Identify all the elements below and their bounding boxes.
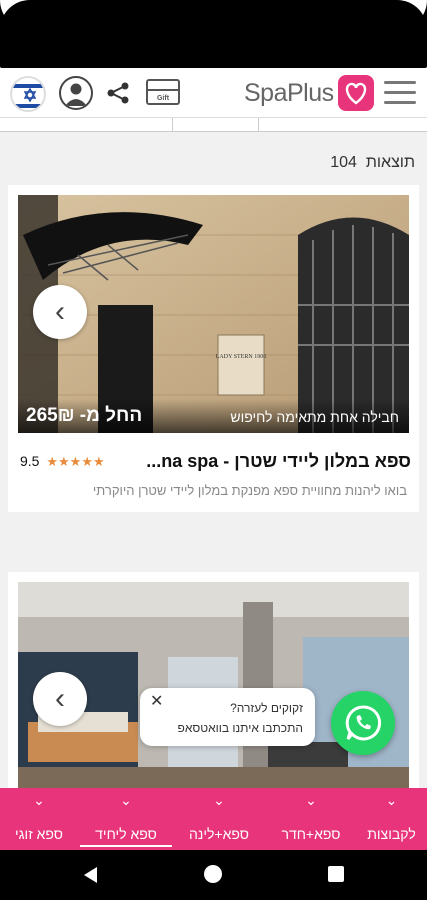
gift-card-icon[interactable]: Gift — [146, 79, 180, 105]
nav-label: ספא+לינה — [189, 826, 249, 842]
whatsapp-button[interactable] — [331, 691, 395, 755]
share-icon[interactable] — [105, 81, 131, 105]
brand-name: SpaPlus — [244, 78, 334, 107]
rating: 9.5 ★★★★★ — [20, 453, 105, 470]
nav-spa-lodging[interactable]: ⌄ ספא+לינה — [174, 788, 264, 850]
carousel-prev-button[interactable]: ‹ — [33, 285, 87, 339]
bottom-category-nav: ⌄ ספא זוגי ⌄ ספא ליחיד ⌄ ספא+לינה ⌄ ספא+… — [0, 788, 427, 850]
nav-single-spa[interactable]: ⌄ ספא ליחיד — [80, 788, 172, 850]
chevron-down-icon: ⌄ — [385, 792, 398, 808]
help-question: זקוקים לעזרה? — [230, 701, 303, 715]
screen: Gift SpaPlus תוצאות 104 LADY STERN 1906 … — [0, 0, 427, 900]
help-subtext: התכתבו איתנו בוואטסאפ — [177, 721, 303, 735]
gift-label: Gift — [156, 95, 170, 102]
status-bar — [0, 0, 427, 68]
building-sign: LADY STERN 1906 — [216, 354, 266, 360]
nav-groups[interactable]: ⌄ לקבוצות — [356, 788, 427, 850]
whatsapp-chat-bubble[interactable]: זקוקים לעזרה? התכתבו איתנו בוואטסאפ ✕ — [140, 688, 315, 746]
results-count: תוצאות 104 — [330, 154, 415, 172]
spaplus-logo[interactable]: SpaPlus — [244, 74, 374, 112]
results-number: 104 — [330, 154, 357, 171]
match-caption: חבילה אחת מתאימה לחיפוש — [230, 409, 399, 425]
results-label: תוצאות — [365, 154, 415, 171]
spa-photo[interactable]: LADY STERN 1906 ‹ החל מ- 265₪ חבילה אחת … — [18, 195, 409, 433]
home-icon[interactable] — [204, 865, 222, 883]
user-account-icon[interactable] — [59, 76, 93, 110]
nav-label: ספא זוגי — [15, 826, 63, 842]
chevron-left-icon: ‹ — [55, 295, 65, 328]
nav-label: ספא+חדר — [281, 826, 341, 842]
chevron-down-icon: ⌄ — [120, 792, 132, 808]
price-label: החל מ- 265₪ — [26, 405, 143, 426]
spa-photo[interactable]: ‹ — [18, 582, 409, 792]
israel-flag-icon[interactable] — [10, 76, 46, 112]
nav-label: לקבוצות — [367, 826, 416, 842]
nav-spa-room[interactable]: ⌄ ספא+חדר — [266, 788, 356, 850]
spa-card[interactable]: LADY STERN 1906 ‹ החל מ- 265₪ חבילה אחת … — [8, 185, 419, 512]
nav-label: ספא ליחיד — [80, 826, 172, 847]
spa-card[interactable]: ‹ — [8, 572, 419, 792]
chevron-left-icon: ‹ — [55, 682, 65, 715]
header: Gift SpaPlus — [0, 68, 427, 118]
chevron-down-icon: ⌄ — [305, 792, 317, 808]
rating-value: 9.5 — [20, 453, 40, 469]
logo-mark-icon — [337, 75, 374, 111]
close-icon[interactable]: ✕ — [150, 692, 163, 712]
photo-overlay: החל מ- 265₪ חבילה אחת מתאימה לחיפוש — [18, 399, 409, 433]
back-icon[interactable] — [84, 867, 97, 883]
carousel-prev-button[interactable]: ‹ — [33, 672, 87, 726]
chevron-down-icon: ⌄ — [213, 792, 225, 808]
spa-description: בואו ליהנות מחוויית ספא מפנקת במלון לייד… — [92, 483, 407, 498]
filter-strip[interactable] — [0, 118, 427, 132]
android-navigation-bar — [0, 850, 427, 900]
chevron-down-icon: ⌄ — [33, 792, 45, 808]
recent-apps-icon[interactable] — [328, 866, 344, 882]
nav-couple-spa[interactable]: ⌄ ספא זוגי — [0, 788, 78, 850]
whatsapp-icon — [345, 705, 382, 741]
menu-icon[interactable] — [384, 81, 416, 105]
spa-title[interactable]: ספא במלון ליידי שטרן - na spa... — [146, 451, 411, 472]
star-rating-icon: ★★★★★ — [46, 454, 105, 469]
